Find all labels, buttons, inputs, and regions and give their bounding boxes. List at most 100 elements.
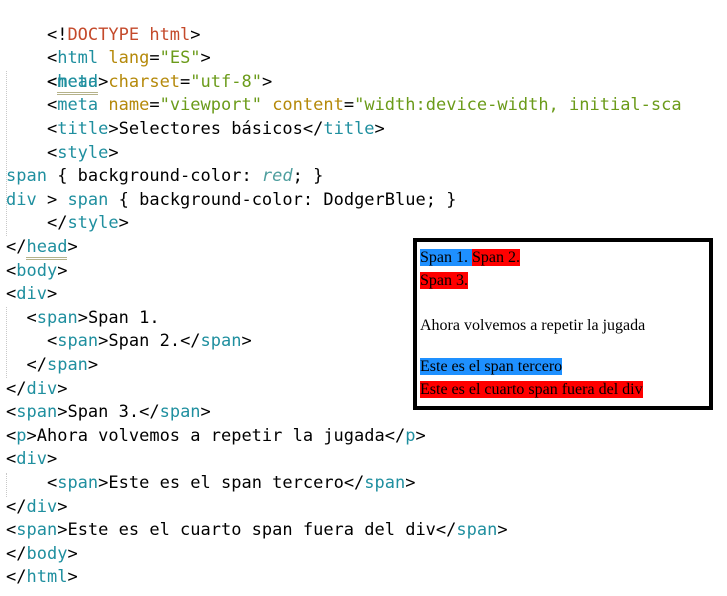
token: = xyxy=(180,71,191,92)
token: span xyxy=(46,355,88,375)
preview-span-2: Span 2. xyxy=(472,249,520,266)
code-line: div > span { background-color: DodgerBlu… xyxy=(6,189,456,213)
token: < xyxy=(6,260,17,281)
token: > xyxy=(57,260,68,281)
token: span xyxy=(16,402,58,423)
code-line: </body> xyxy=(6,543,78,567)
token: style xyxy=(57,142,109,163)
token: span xyxy=(364,473,406,493)
code-line: </style> xyxy=(6,212,129,236)
token: ; } xyxy=(292,166,324,187)
token: > xyxy=(57,378,68,399)
token: title xyxy=(323,119,375,139)
code-line: <body> xyxy=(6,260,67,284)
token: div xyxy=(26,378,58,399)
token: > xyxy=(57,520,68,541)
preview-line-spans: Span 1. Span 2. xyxy=(420,248,520,267)
code-line: <meta charset="utf-8"> xyxy=(6,71,272,95)
token: > xyxy=(200,402,211,423)
token: </ xyxy=(6,496,27,517)
token: < xyxy=(6,284,17,305)
token: </ xyxy=(26,355,47,375)
token: span xyxy=(16,520,58,541)
token: < xyxy=(6,425,17,446)
code-line: </html> xyxy=(6,566,78,590)
token: span xyxy=(67,189,109,210)
browser-preview: Span 1. Span 2. Span 3. Ahora volvemos a… xyxy=(413,238,713,410)
token: < xyxy=(46,142,58,163)
preview-line-span3: Span 3. xyxy=(420,271,468,290)
token: style xyxy=(67,213,119,234)
token: > xyxy=(77,307,88,328)
token: content xyxy=(261,95,344,116)
token: background-color xyxy=(77,166,242,187)
token: "ES" xyxy=(159,48,201,69)
token: p xyxy=(16,425,27,446)
token: meta xyxy=(57,95,99,116)
token: name xyxy=(98,95,150,116)
code-line: <span>Span 1. xyxy=(6,307,160,331)
token: = xyxy=(149,95,160,116)
token: : xyxy=(241,166,262,187)
token: body xyxy=(16,260,58,281)
token: > xyxy=(98,331,109,352)
token: Span 3. xyxy=(67,402,140,423)
code-line: <meta name="viewport" content="width:dev… xyxy=(6,94,682,118)
token: DodgerBlue xyxy=(323,189,426,210)
token: span xyxy=(159,402,201,423)
token: div xyxy=(26,496,58,517)
token: > xyxy=(57,496,68,517)
token: red xyxy=(261,166,293,187)
code-line: <span>Span 3.</span> xyxy=(6,401,211,425)
token: div xyxy=(16,449,47,470)
preview-span-cuarto: Este es el cuarto span fuera del div xyxy=(420,381,643,398)
code-line: </div> xyxy=(6,496,67,520)
token: > xyxy=(46,284,58,305)
token: span xyxy=(57,331,99,352)
token: </ xyxy=(6,543,27,564)
token: > xyxy=(497,520,508,541)
code-line: <style> xyxy=(6,142,119,166)
code-line: <!DOCTYPE html> xyxy=(6,0,201,45)
token: { xyxy=(46,166,78,187)
token: </ xyxy=(302,119,324,139)
token: background-color xyxy=(139,189,303,210)
token: span xyxy=(6,166,47,187)
code-line: <head> xyxy=(6,47,108,95)
code-line: <span>Este es el cuarto span fuera del d… xyxy=(6,519,508,543)
token: span xyxy=(200,331,242,352)
code-line: </head> xyxy=(6,236,78,260)
token: > xyxy=(108,142,119,163)
token: > xyxy=(200,48,211,69)
token: </ xyxy=(46,213,68,234)
token: Este es el span tercero xyxy=(108,473,344,493)
token: div xyxy=(16,284,47,305)
code-line: span { background-color: red; } xyxy=(6,165,323,189)
token: < xyxy=(6,520,17,541)
code-line: </span> xyxy=(6,354,98,378)
code-line: <span>Este es el span tercero</span> xyxy=(6,472,416,496)
token: : xyxy=(302,189,324,210)
code-line: <html lang="ES"> xyxy=(6,24,211,68)
token: > xyxy=(118,213,129,234)
token: span xyxy=(57,473,99,493)
token: body xyxy=(26,543,68,564)
token: charset xyxy=(98,71,181,92)
token: title xyxy=(57,119,109,139)
token: > xyxy=(67,567,78,588)
token: span xyxy=(456,520,498,541)
token: "width:device-width, initial-sca xyxy=(354,95,682,116)
preview-span-tercero: Este es el span tercero xyxy=(420,358,563,375)
token: </ xyxy=(139,402,160,423)
token: "viewport" xyxy=(159,95,262,116)
token: < xyxy=(46,119,58,139)
token: Span 1. xyxy=(87,307,160,328)
code-line: <div> xyxy=(6,283,57,307)
preview-span-3: Span 3. xyxy=(420,272,468,289)
token: Selectores básicos xyxy=(118,119,303,139)
preview-paragraph: Ahora volvemos a repetir la jugada xyxy=(420,317,646,334)
token: = xyxy=(343,95,355,116)
token: < xyxy=(6,449,17,470)
token: > xyxy=(98,473,109,493)
token: div xyxy=(6,189,37,210)
